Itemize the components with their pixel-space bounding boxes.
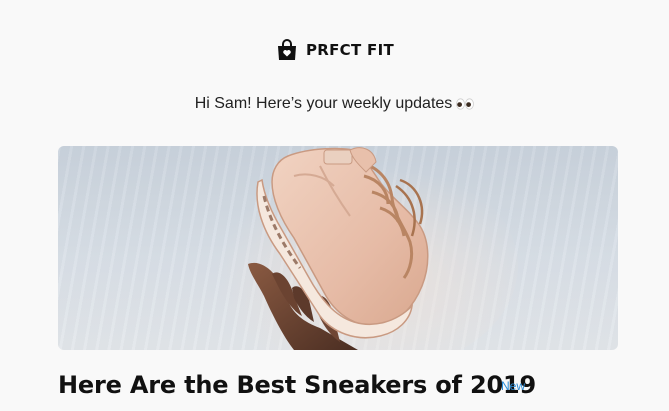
brand-name: PRFCT FIT <box>305 41 394 59</box>
shopping-bag-icon <box>277 39 296 60</box>
sneaker-photo <box>198 147 518 350</box>
eyes-icon <box>456 98 475 110</box>
new-badge: New <box>501 379 526 393</box>
greeting: Hi Sam! Here’s your weekly updates <box>0 93 669 115</box>
email-page: PRFCT FIT Hi Sam! Here’s your weekly upd… <box>0 0 669 411</box>
article-title[interactable]: Here Are the Best Sneakers of 2019 <box>58 369 536 401</box>
greeting-text: Hi Sam! Here’s your weekly updates <box>194 95 453 112</box>
brand-header[interactable]: PRFCT FIT <box>0 38 669 62</box>
hero-image[interactable] <box>58 146 618 350</box>
